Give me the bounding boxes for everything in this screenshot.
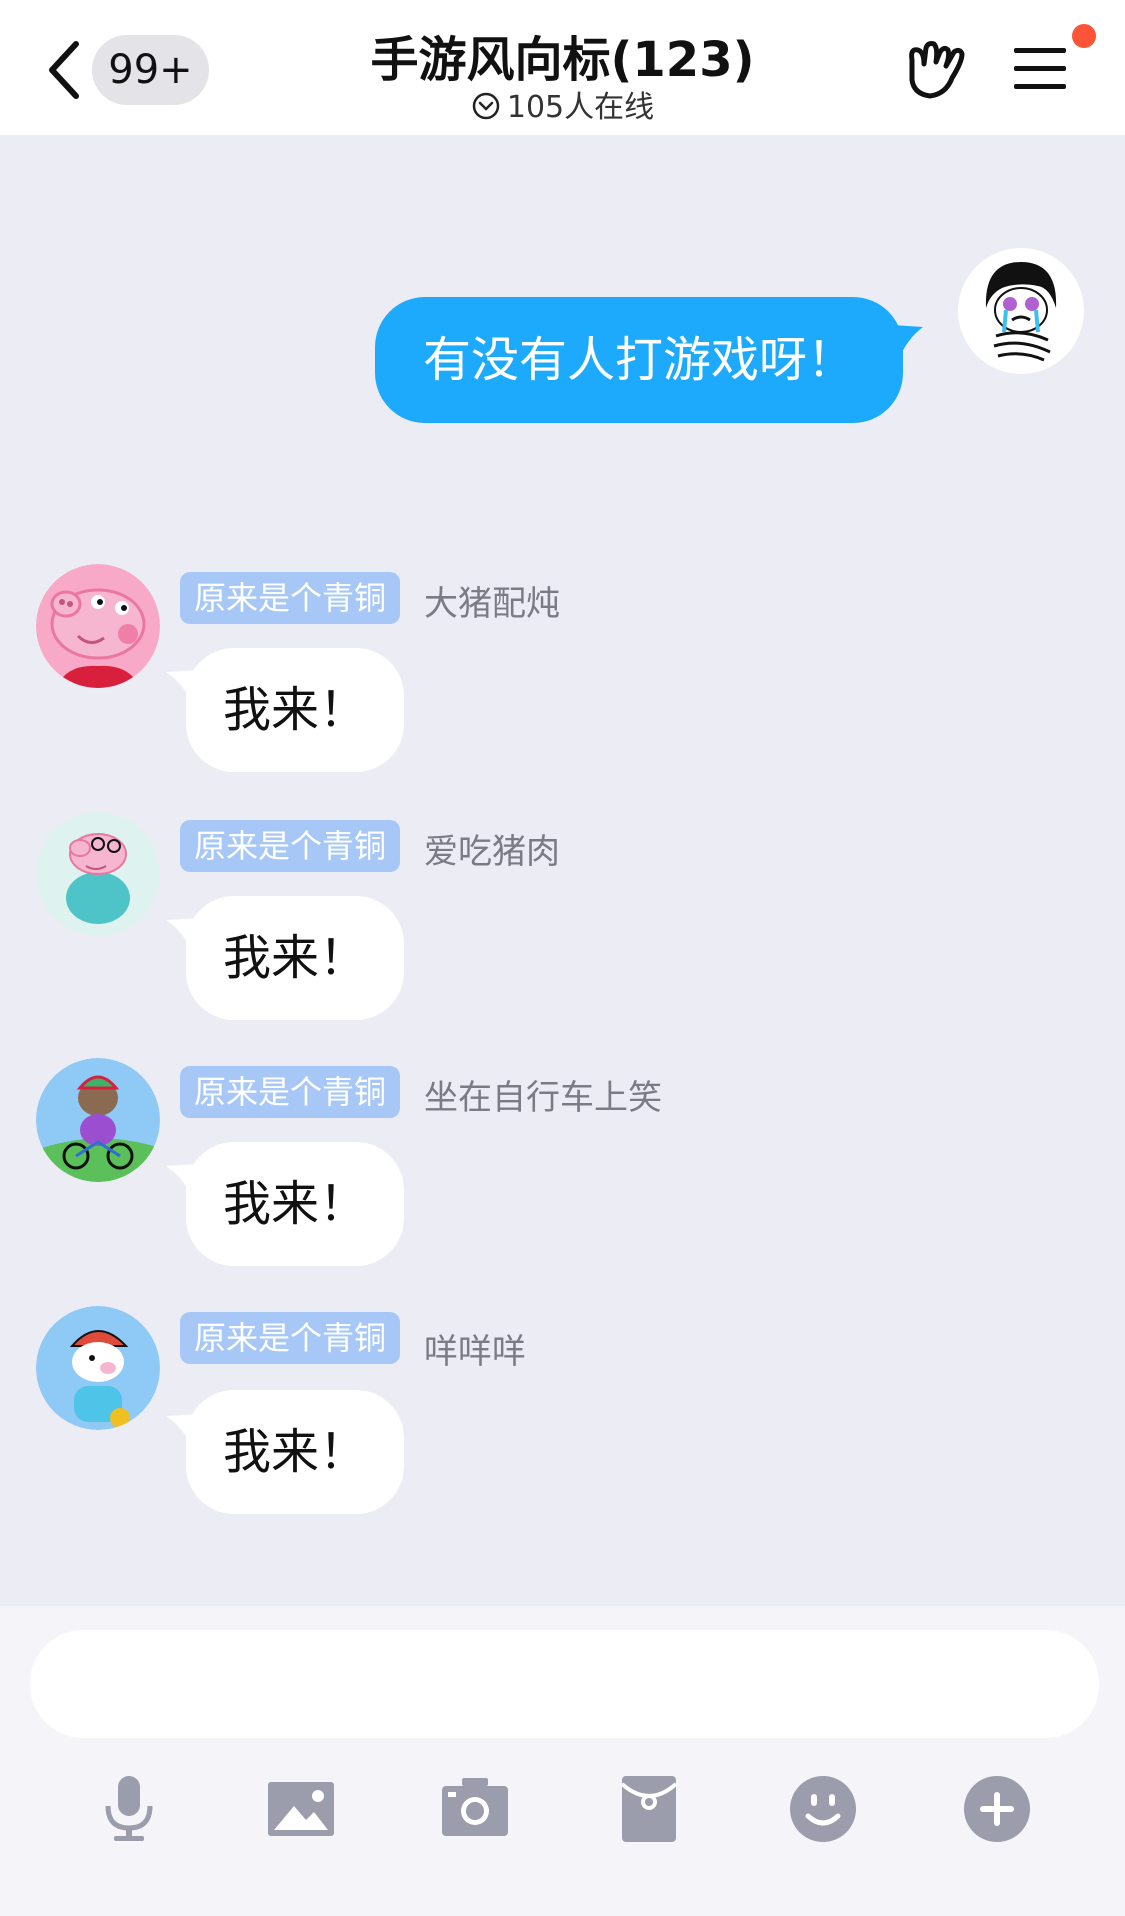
sender-name[interactable]: 坐在自行车上笑 (424, 1070, 662, 1119)
notification-dot (1072, 24, 1096, 48)
sheep-helmet-avatar[interactable] (36, 1306, 160, 1430)
sender-name[interactable]: 咩咩咩 (424, 1324, 526, 1373)
message-input[interactable] (30, 1630, 1099, 1738)
member-tag: 原来是个青铜 (180, 572, 401, 624)
incoming-message-bubble[interactable]: 我来！ (186, 896, 404, 1020)
incoming-message-bubble[interactable]: 我来！ (186, 1142, 404, 1266)
bubble-tail (893, 325, 923, 359)
microphone-icon[interactable] (94, 1774, 164, 1844)
member-tag: 原来是个青铜 (180, 1066, 401, 1118)
chat-header: 99+ 手游风向标(123) 105人在线 (0, 0, 1125, 135)
peppa-pig-icon (36, 564, 160, 688)
member-tag: 原来是个青铜 (180, 820, 401, 872)
incoming-message-bubble[interactable]: 我来！ (186, 648, 404, 772)
chevron-down-circle-icon (472, 92, 500, 120)
emoji-icon[interactable] (788, 1774, 858, 1844)
my-avatar[interactable] (958, 248, 1084, 374)
sheep-helmet-icon (36, 1306, 160, 1430)
menu-icon[interactable] (1012, 44, 1068, 94)
daddy-pig-icon (36, 812, 160, 936)
online-count-label: 105人在线 (506, 90, 655, 125)
red-packet-icon[interactable] (614, 1774, 684, 1844)
outgoing-message-bubble[interactable]: 有没有人打游戏呀！ (375, 297, 903, 423)
image-icon[interactable] (266, 1774, 336, 1844)
sender-name[interactable]: 大猪配炖 (424, 576, 560, 625)
incoming-message-bubble[interactable]: 我来！ (186, 1390, 404, 1514)
peppa-pig-avatar[interactable] (36, 564, 160, 688)
camera-icon[interactable] (440, 1774, 510, 1844)
member-tag: 原来是个青铜 (180, 1312, 401, 1364)
cartoon-face-icon (959, 249, 1083, 373)
plus-icon[interactable] (962, 1774, 1032, 1844)
rock-hand-icon[interactable] (902, 38, 968, 104)
daddy-pig-avatar[interactable] (36, 812, 160, 936)
pony-on-bike-icon (36, 1058, 160, 1182)
sender-name[interactable]: 爱吃猪肉 (424, 824, 560, 873)
pony-on-bike-avatar[interactable] (36, 1058, 160, 1182)
